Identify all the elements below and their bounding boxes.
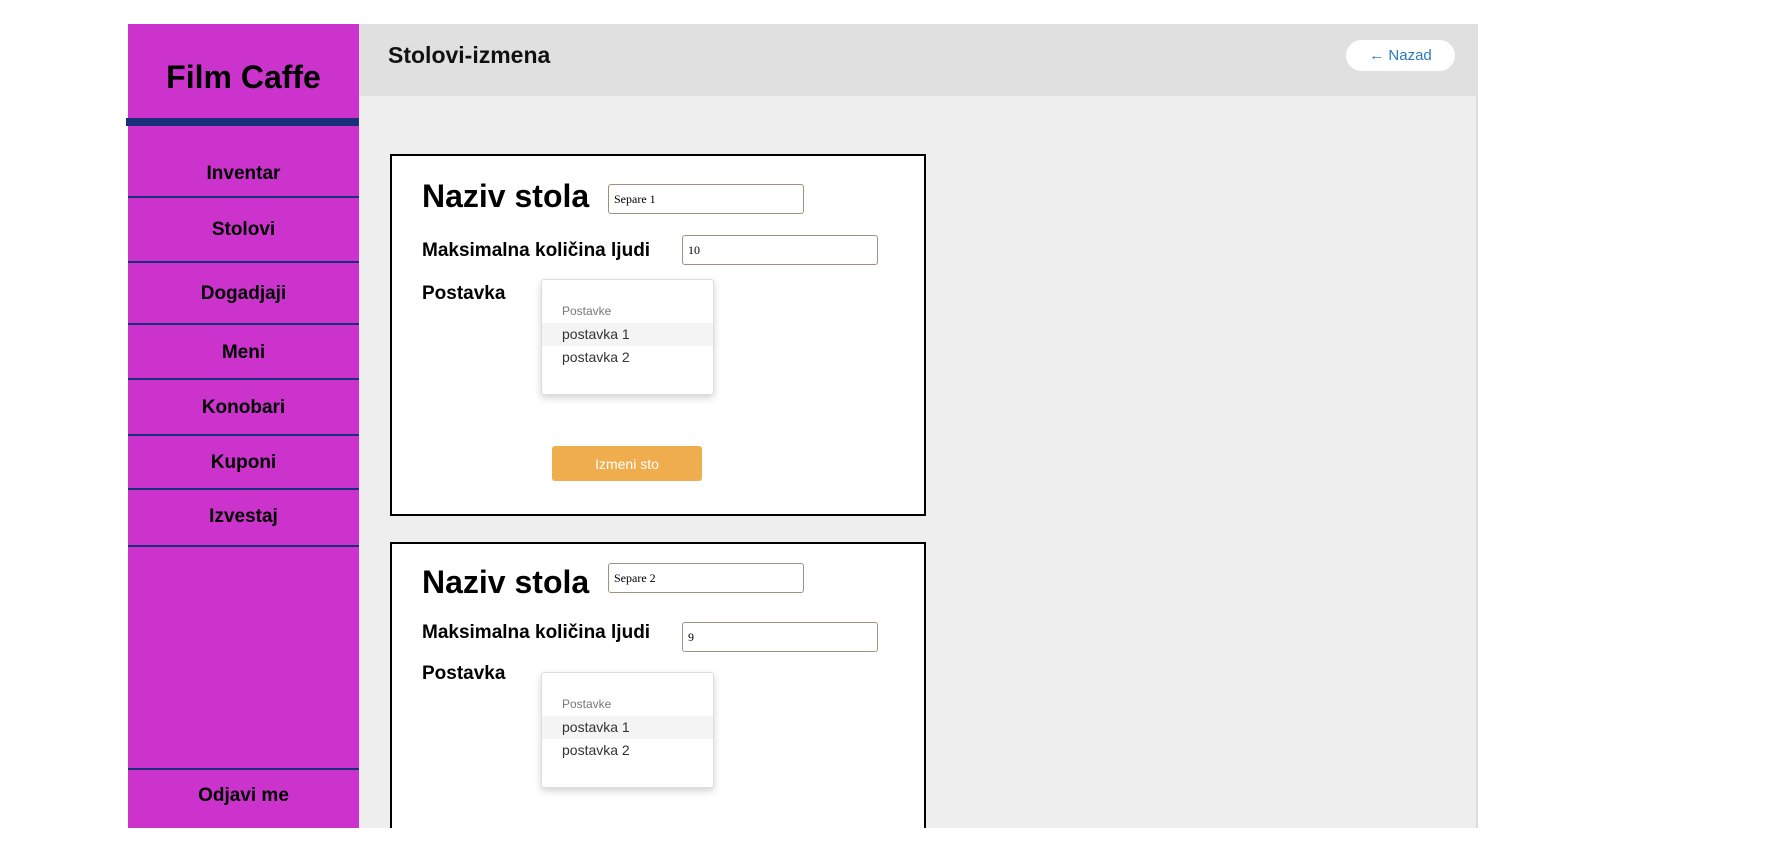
max-people-input[interactable] <box>682 622 878 652</box>
sidebar-item-stolovi[interactable]: Stolovi <box>128 198 359 262</box>
postavka-label: Postavka <box>422 663 506 684</box>
sidebar-item-meni[interactable]: Meni <box>128 325 359 381</box>
brand-divider <box>126 118 359 126</box>
sidebar-item-izvestaj[interactable]: Izvestaj <box>128 490 359 544</box>
listbox-option[interactable]: postavka 1 <box>542 323 713 346</box>
listbox-option[interactable]: postavka 1 <box>542 716 713 739</box>
header: Stolovi-izmena ← Nazad <box>359 24 1478 96</box>
edit-table-button[interactable]: Izmeni sto <box>552 446 702 481</box>
max-people-label: Maksimalna količina ljudi <box>422 240 651 261</box>
back-button[interactable]: ← Nazad <box>1346 40 1455 71</box>
name-input[interactable] <box>608 184 804 214</box>
postavka-label: Postavka <box>422 283 506 304</box>
logout-button[interactable]: Odjavi me <box>128 770 359 822</box>
table-edit-card: Naziv stola Maksimalna količina ljudi Po… <box>390 542 926 828</box>
divider <box>128 545 359 547</box>
listbox-header: Postavke <box>562 697 612 711</box>
name-input[interactable] <box>608 563 804 593</box>
sidebar-item-kuponi[interactable]: Kuponi <box>128 436 359 489</box>
page-title: Stolovi-izmena <box>388 42 551 68</box>
brand-title: Film Caffe <box>166 58 321 95</box>
max-people-input[interactable] <box>682 235 878 265</box>
listbox-option[interactable]: postavka 2 <box>542 346 713 369</box>
name-label: Naziv stola <box>422 178 590 214</box>
max-people-label: Maksimalna količina ljudi <box>422 622 651 643</box>
name-label: Naziv stola <box>422 564 590 600</box>
sidebar-item-konobari[interactable]: Konobari <box>128 380 359 435</box>
listbox-header: Postavke <box>562 304 612 318</box>
main-content: Naziv stola Maksimalna količina ljudi Po… <box>359 96 1478 828</box>
listbox-option[interactable]: postavka 2 <box>542 739 713 762</box>
sidebar: Film Caffe Inventar Stolovi Dogadjaji Me… <box>126 24 359 828</box>
table-edit-card: Naziv stola Maksimalna količina ljudi Po… <box>390 154 926 516</box>
sidebar-item-inventar[interactable]: Inventar <box>128 150 359 197</box>
sidebar-item-dogadjaji[interactable]: Dogadjaji <box>128 263 359 324</box>
postavka-listbox[interactable]: Postavke postavka 1 postavka 2 <box>541 279 714 395</box>
postavka-listbox[interactable]: Postavke postavka 1 postavka 2 <box>541 672 714 788</box>
